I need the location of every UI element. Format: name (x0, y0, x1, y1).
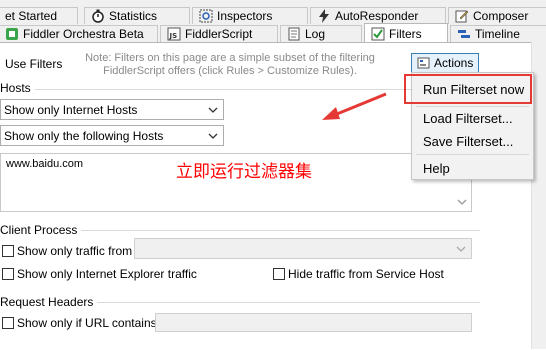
show-only-traffic-from-label[interactable]: Show only traffic from (17, 244, 132, 258)
hide-service-host-label[interactable]: Hide traffic from Service Host (288, 267, 444, 281)
hosts-filter-select[interactable]: Show only the following Hosts (0, 125, 224, 146)
filter-note: Note: Filters on this page are a simple … (85, 52, 375, 77)
log-icon (287, 27, 301, 41)
request-headers-group-label: Request Headers (0, 295, 98, 309)
show-only-ie-label[interactable]: Show only Internet Explorer traffic (17, 267, 197, 281)
use-filters-label[interactable]: Use Filters (5, 57, 62, 71)
menu-separator (416, 154, 529, 155)
tab-label: Statistics (109, 9, 158, 23)
show-only-ie-checkbox[interactable] (2, 268, 14, 280)
composer-icon (455, 9, 469, 23)
menu-item-load-filterset[interactable]: Load Filterset... (423, 111, 513, 126)
url-contains-input[interactable] (155, 313, 472, 332)
svg-text:JS: JS (169, 32, 178, 40)
stopwatch-icon (91, 9, 105, 23)
tab-filters[interactable]: Filters (364, 23, 448, 43)
actions-icon (417, 56, 431, 70)
tab-statistics[interactable]: Statistics (84, 7, 190, 24)
checkbox-icon (371, 27, 385, 41)
hosts-zone-value: Show only Internet Hosts (4, 102, 138, 117)
actions-button[interactable]: Actions (411, 53, 479, 73)
chevron-down-icon (208, 130, 218, 144)
js-icon: JS (167, 27, 181, 41)
tab-label: et Started (5, 9, 58, 23)
tab-label: Log (305, 27, 326, 41)
hosts-zone-select[interactable]: Show only Internet Hosts (0, 99, 224, 120)
tab-get-started[interactable]: et Started (0, 7, 78, 24)
tab-label: FiddlerScript (185, 27, 253, 41)
tab-timeline[interactable]: Timeline (450, 25, 546, 42)
hosts-group-label: Hosts (0, 81, 35, 95)
show-only-url-contains-label[interactable]: Show only if URL contains (17, 316, 157, 330)
tab-log[interactable]: Log (280, 25, 362, 42)
tab-label: Composer (473, 9, 529, 23)
tab-fiddlerscript[interactable]: JS FiddlerScript (160, 25, 278, 42)
hide-service-host-checkbox[interactable] (273, 268, 285, 280)
tab-inspectors[interactable]: Inspectors (192, 7, 308, 24)
annotation-text: 立即运行过滤器集 (176, 162, 312, 182)
hosts-filter-value: Show only the following Hosts (4, 128, 164, 143)
annotation-arrow (322, 92, 387, 120)
menu-item-help[interactable]: Help (423, 161, 450, 176)
tab-composer[interactable]: Composer (448, 7, 546, 24)
tab-label: Filters (389, 26, 422, 41)
orchestra-icon (5, 27, 19, 41)
client-process-group-label: Client Process (0, 223, 82, 237)
chevron-down-icon (208, 104, 218, 118)
show-only-traffic-from-checkbox[interactable] (2, 245, 14, 257)
highlight-box (404, 74, 532, 104)
tab-label: AutoResponder (335, 9, 419, 23)
show-only-url-contains-checkbox[interactable] (2, 317, 14, 329)
lightning-icon (317, 9, 331, 23)
hosts-textarea-value: www.baidu.com (6, 158, 84, 170)
menu-separator (416, 106, 529, 107)
chevron-down-icon (456, 243, 466, 257)
tab-label: Fiddler Orchestra Beta (23, 27, 144, 41)
tab-label: Timeline (475, 27, 520, 41)
textarea-scroll-down-icon[interactable] (457, 196, 467, 210)
actions-button-label: Actions (434, 56, 474, 70)
tab-autoresponder[interactable]: AutoResponder (310, 7, 446, 24)
inspectors-icon (199, 9, 213, 23)
menu-item-save-filterset[interactable]: Save Filterset... (423, 134, 513, 149)
tab-fiddler-orchestra[interactable]: Fiddler Orchestra Beta (0, 25, 158, 42)
tab-label: Inspectors (217, 9, 273, 23)
process-select[interactable] (134, 238, 472, 259)
timeline-icon (457, 27, 471, 41)
